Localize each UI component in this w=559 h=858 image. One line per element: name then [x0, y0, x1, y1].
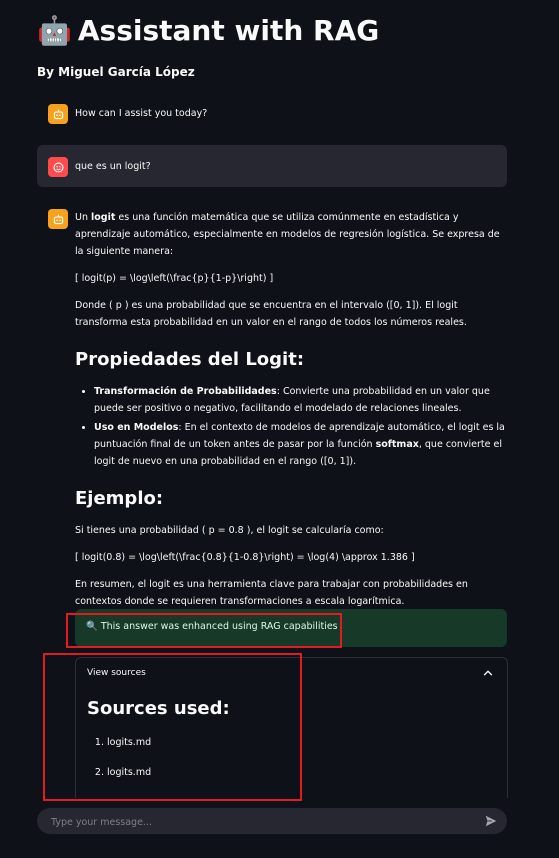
source-item: logits.md	[107, 734, 151, 751]
greeting-text: How can I assist you today?	[75, 108, 208, 119]
chat-input[interactable]	[49, 812, 473, 832]
bot-avatar-icon	[48, 209, 68, 229]
sources-title: Sources used:	[87, 698, 230, 719]
answer-formula: [ logit(p) = \log\left(\frac{p}{1-p}\rig…	[75, 273, 274, 284]
chat-input-bar	[37, 808, 507, 834]
answer-paragraph: Un logit es una función matemática que s…	[75, 209, 505, 260]
rag-notice-text: 🔍 This answer was enhanced using RAG cap…	[86, 621, 338, 632]
answer-text: Un	[75, 212, 91, 223]
user-question-text: que es un logit?	[75, 161, 151, 172]
rag-notice-box: 🔍 This answer was enhanced using RAG cap…	[75, 609, 507, 647]
answer-bold-text: Uso en Modelos	[94, 422, 179, 433]
answer-paragraph: Donde ( p ) es una probabilidad que se e…	[75, 300, 467, 328]
user-avatar-icon	[48, 157, 68, 177]
answer-heading-properties: Propiedades del Logit:	[75, 349, 305, 370]
send-icon[interactable]	[484, 814, 498, 828]
answer-bold-text: Transformación de Probabilidades	[94, 386, 277, 397]
answer-formula: [ logit(0.8) = \log\left(\frac{0.8}{1-0.…	[75, 552, 415, 563]
page-title-text: Assistant with RAG	[77, 14, 380, 47]
list-item: Uso en Modelos: En el contexto de modelo…	[94, 419, 505, 470]
assistant-greeting-message: How can I assist you today?	[37, 99, 507, 129]
page-title: 🤖 Assistant with RAG	[37, 14, 379, 47]
answer-bold-text: softmax	[375, 439, 419, 450]
answer-text: es una función matemática que se utiliza…	[75, 212, 500, 257]
answer-paragraph: En resumen, el logit es una herramienta …	[75, 579, 468, 607]
bot-avatar-icon	[48, 104, 68, 124]
list-item: Transformación de Probabilidades: Convie…	[94, 383, 505, 417]
answer-paragraph: Si tienes una probabilidad ( p = 0.8 ), …	[75, 525, 384, 536]
source-item: logits.md	[107, 764, 151, 781]
sources-list: logits.md logits.md	[90, 734, 151, 794]
chevron-up-icon[interactable]	[481, 666, 495, 680]
robot-icon: 🤖	[37, 14, 72, 47]
sources-expander[interactable]: View sources Sources used: logits.md log…	[75, 657, 508, 798]
expander-label[interactable]: View sources	[87, 668, 146, 678]
assistant-answer: Un logit es una función matemática que s…	[75, 209, 505, 620]
user-message: que es un logit?	[37, 145, 507, 187]
answer-bold-text: logit	[91, 212, 116, 223]
app-root: 🤖 Assistant with RAG By Miguel García Lóp…	[0, 0, 559, 858]
answer-heading-example: Ejemplo:	[75, 488, 164, 509]
properties-list: Transformación de Probabilidades: Convie…	[75, 383, 505, 470]
page-subtitle: By Miguel García López	[37, 65, 195, 79]
